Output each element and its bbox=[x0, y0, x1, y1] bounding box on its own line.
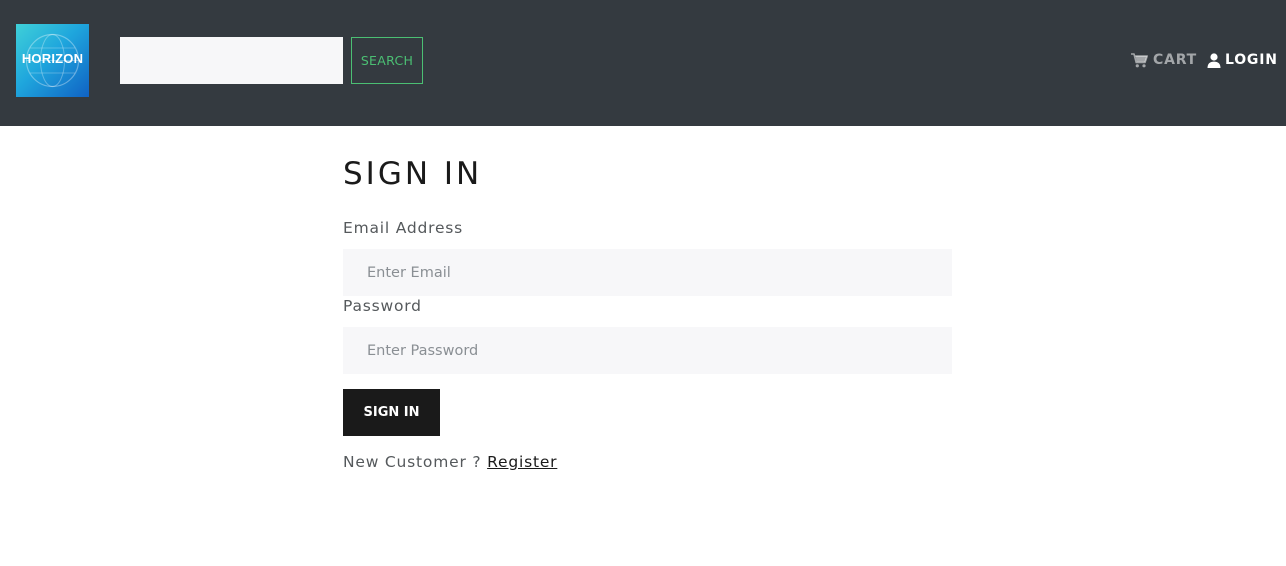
nav-login-link[interactable]: LOGIN bbox=[1207, 50, 1278, 70]
email-field[interactable] bbox=[343, 249, 952, 296]
search-button[interactable]: SEARCH bbox=[351, 37, 423, 84]
password-field[interactable] bbox=[343, 327, 952, 374]
brand-logo[interactable]: HORIZON bbox=[16, 24, 89, 97]
nav-cart-label: CART bbox=[1153, 52, 1198, 68]
register-prompt-text: New Customer ? bbox=[343, 453, 488, 471]
sign-in-button[interactable]: SIGN IN bbox=[343, 389, 440, 436]
email-label: Email Address bbox=[343, 219, 464, 237]
nav-login-label: LOGIN bbox=[1225, 52, 1278, 68]
logo-text: HORIZON bbox=[21, 51, 84, 66]
nav-cart-link[interactable]: CART bbox=[1131, 50, 1197, 70]
user-icon bbox=[1207, 52, 1221, 68]
register-prompt: New Customer ? Register bbox=[343, 453, 557, 471]
page-title: SIGN IN bbox=[343, 156, 483, 192]
register-link[interactable]: Register bbox=[487, 453, 557, 471]
navbar: HORIZON SEARCH CART LOGIN bbox=[0, 0, 1286, 126]
search-input[interactable] bbox=[120, 37, 343, 84]
password-label: Password bbox=[343, 297, 422, 315]
shopping-cart-icon bbox=[1131, 52, 1148, 67]
